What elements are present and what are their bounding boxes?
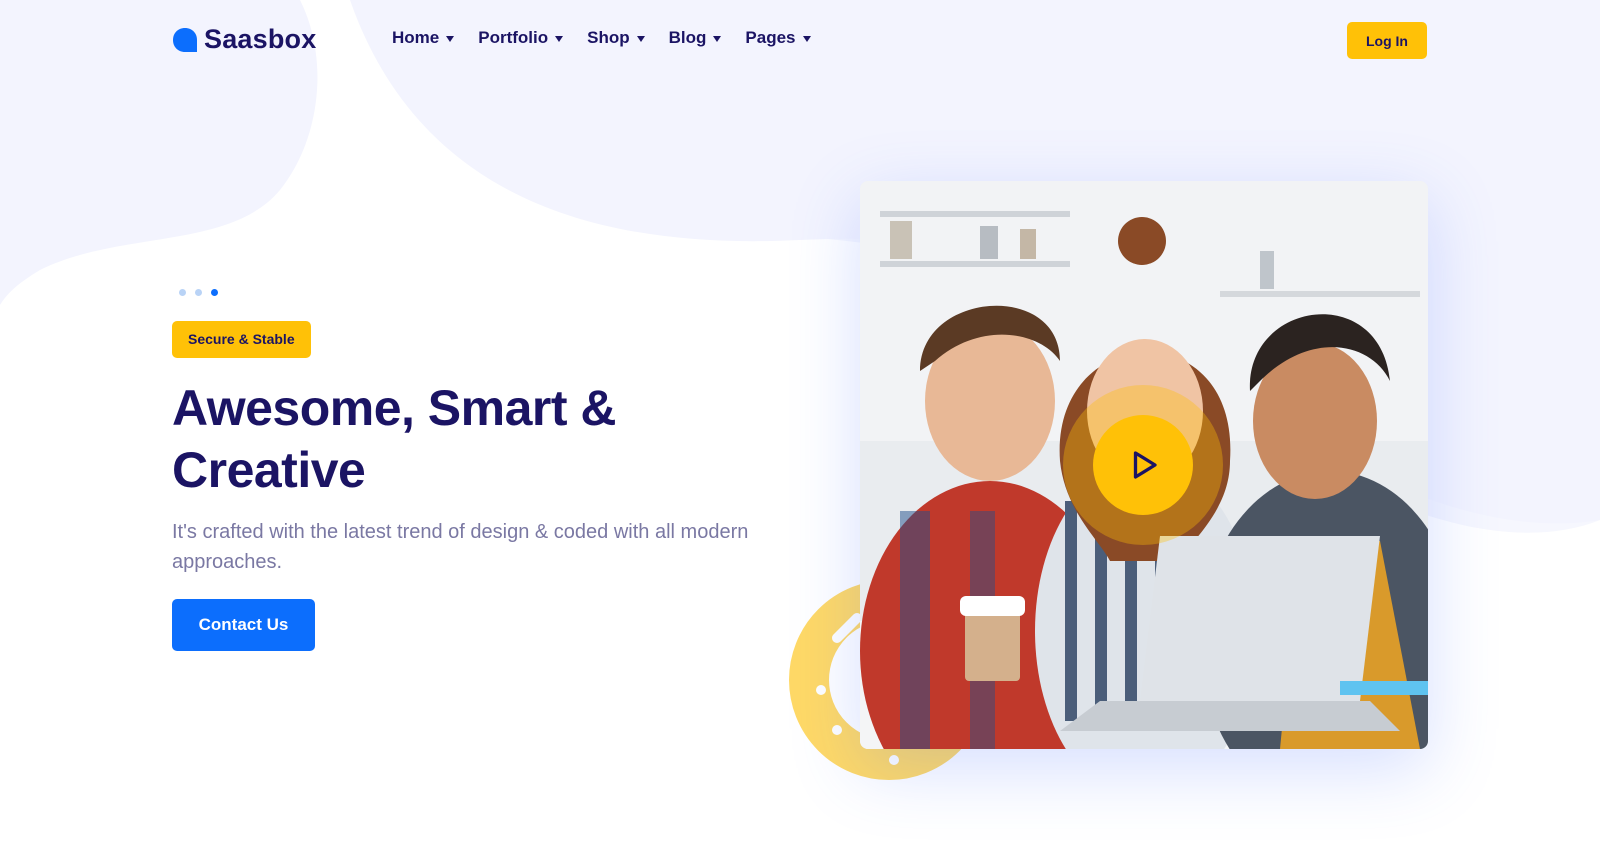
logo[interactable]: Saasbox xyxy=(172,24,316,55)
slider-dot[interactable] xyxy=(195,289,202,296)
nav-item-label: Pages xyxy=(745,28,796,47)
site-header: Saasbox Home Portfolio Shop Blog Pages L… xyxy=(0,0,1600,80)
slider-dot-active[interactable] xyxy=(211,289,218,296)
main-nav: Home Portfolio Shop Blog Pages xyxy=(392,28,811,48)
nav-item-label: Shop xyxy=(587,28,630,47)
nav-item-label: Portfolio xyxy=(478,28,549,47)
nav-item-portfolio[interactable]: Portfolio xyxy=(478,28,564,48)
contact-us-button[interactable]: Contact Us xyxy=(172,599,315,651)
nav-item-label: Home xyxy=(392,28,440,47)
nav-item-shop[interactable]: Shop xyxy=(587,28,645,48)
nav-item-label: Blog xyxy=(668,28,707,47)
caret-down-icon xyxy=(802,36,811,42)
play-video-button[interactable] xyxy=(1093,415,1193,515)
logo-mark-icon xyxy=(173,27,197,52)
caret-down-icon xyxy=(713,36,722,42)
hero-subtext: It's crafted with the latest trend of de… xyxy=(172,521,749,573)
slider-dots xyxy=(179,289,218,296)
play-icon xyxy=(1133,451,1157,479)
caret-down-icon xyxy=(636,36,645,42)
hero-badge: Secure & Stable xyxy=(172,321,311,358)
logo-text: Saasbox xyxy=(204,24,317,54)
login-button[interactable]: Log In xyxy=(1347,22,1427,59)
caret-down-icon xyxy=(555,36,564,42)
nav-item-blog[interactable]: Blog xyxy=(669,28,722,48)
nav-item-pages[interactable]: Pages xyxy=(745,28,811,48)
nav-item-home[interactable]: Home xyxy=(392,28,455,48)
caret-down-icon xyxy=(446,36,455,42)
hero-headline: Awesome, Smart & Creative xyxy=(172,380,617,498)
slider-dot[interactable] xyxy=(179,289,186,296)
